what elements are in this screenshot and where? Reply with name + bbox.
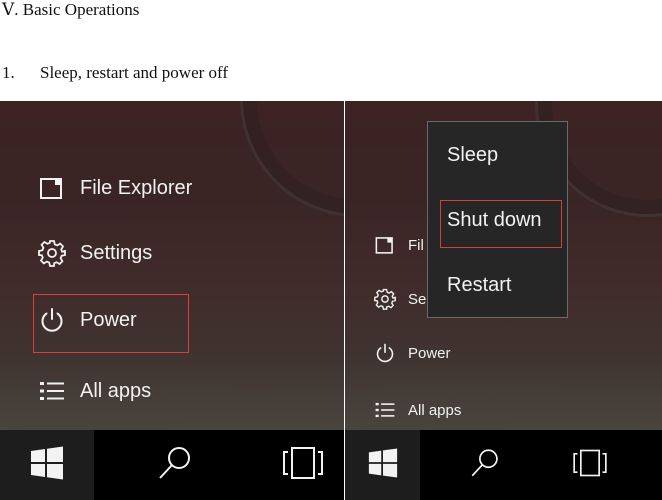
file-explorer-icon — [38, 174, 66, 202]
power-menu-restart[interactable]: Restart — [447, 274, 511, 297]
power-menu-sleep[interactable]: Sleep — [447, 144, 498, 167]
menu-item-power[interactable]: Power — [374, 342, 451, 364]
all-apps-icon — [38, 377, 66, 405]
step-title-text: Sleep, restart and power off — [40, 63, 229, 82]
power-icon — [374, 342, 396, 364]
section-heading: Ⅴ. Basic Operations — [2, 0, 140, 19]
search-button[interactable] — [130, 430, 220, 500]
start-menu-screenshot-right: Fil Se Power All apps Sleep Shut down Re… — [345, 101, 662, 500]
file-explorer-icon — [374, 234, 396, 256]
menu-item-label: Power — [408, 344, 451, 362]
all-apps-icon — [374, 399, 396, 421]
search-icon — [155, 443, 195, 488]
task-view-icon — [278, 445, 328, 486]
task-view-icon — [569, 448, 611, 483]
search-icon — [468, 446, 502, 485]
start-button[interactable] — [0, 430, 94, 500]
task-view-button[interactable] — [258, 430, 344, 500]
windows-start-icon — [30, 446, 64, 485]
menu-item-label: File Explorer — [80, 176, 193, 199]
menu-item-label: All apps — [80, 379, 152, 402]
taskbar — [345, 430, 662, 500]
step-number: 1. — [2, 63, 15, 82]
menu-item-file-explorer[interactable]: File Explorer — [38, 174, 192, 202]
menu-item-label: Fil — [408, 236, 424, 254]
start-button[interactable] — [345, 430, 420, 500]
search-button[interactable] — [445, 430, 525, 500]
menu-item-label: Se — [408, 290, 427, 308]
power-highlight-box — [33, 294, 189, 353]
shut-down-highlight-box — [440, 200, 562, 248]
gear-icon — [374, 288, 396, 310]
menu-item-all-apps[interactable]: All apps — [374, 399, 461, 421]
windows-start-icon — [368, 447, 398, 483]
menu-item-label: Settings — [80, 241, 153, 264]
gear-icon — [38, 239, 66, 267]
start-menu-screenshot-left: File Explorer Settings Power All apps — [0, 101, 344, 500]
taskbar — [0, 430, 344, 500]
menu-item-settings[interactable]: Settings — [38, 239, 152, 267]
task-view-button[interactable] — [550, 430, 630, 500]
menu-item-file-explorer[interactable]: Fil — [374, 234, 424, 256]
menu-item-settings[interactable]: Se — [374, 288, 426, 310]
menu-item-all-apps[interactable]: All apps — [38, 377, 151, 405]
menu-item-label: All apps — [408, 401, 462, 419]
step-title: 1. Sleep, restart and power off — [2, 63, 228, 83]
